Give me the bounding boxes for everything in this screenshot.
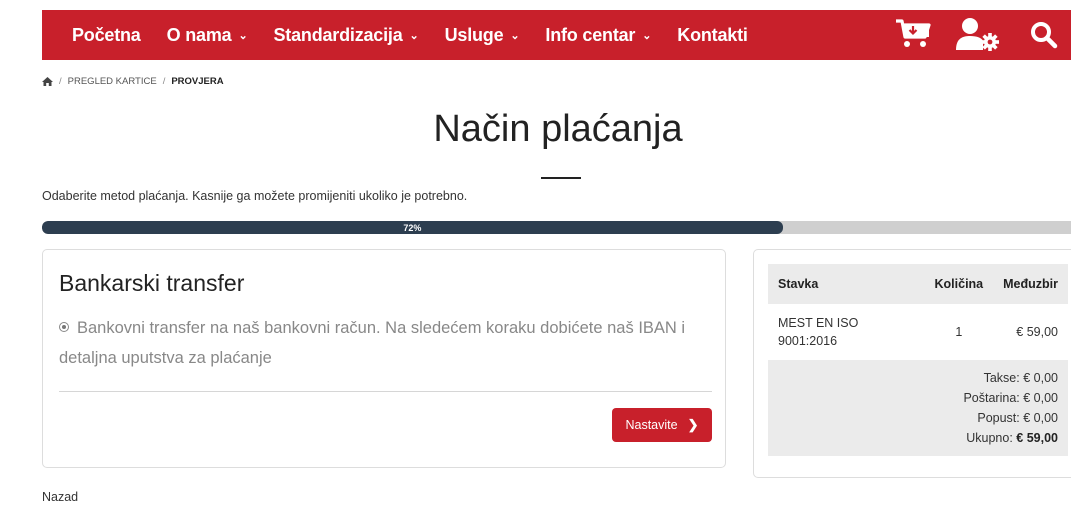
progress-label: 72% (403, 222, 422, 233)
order-summary-table: Stavka Količina Međuzbir MEST EN ISO 900… (768, 264, 1068, 456)
checkout-progress-bar: 72% (42, 221, 1071, 234)
discount-line: Popust: € 0,00 (778, 408, 1058, 428)
back-link[interactable]: Nazad (42, 490, 78, 504)
breadcrumb-separator: / (162, 76, 166, 87)
chevron-right-icon: ❯ (687, 417, 699, 432)
taxes-label: Takse: (983, 371, 1020, 385)
home-icon[interactable] (42, 77, 53, 86)
nav-item-info-centar[interactable]: Info centar ⌄ (545, 25, 651, 46)
continue-button[interactable]: Nastavite ❯ (612, 408, 712, 442)
total-line: Ukupno: € 59,00 (778, 428, 1058, 448)
total-label: Ukupno: (966, 431, 1013, 445)
table-header-row: Stavka Količina Međuzbir (768, 264, 1068, 304)
nav-item-label: Početna (72, 24, 141, 45)
totals-cell: Takse: € 0,00 Poštarina: € 0,00 Popust: … (768, 360, 1068, 456)
shipping-label: Poštarina: (963, 391, 1020, 405)
breadcrumb-separator: / (59, 76, 62, 87)
breadcrumb-item-cart[interactable]: PREGLED KARTICE (68, 76, 157, 87)
taxes-line: Takse: € 0,00 (778, 368, 1058, 388)
column-header-item: Stavka (768, 264, 925, 304)
progress-fill: 72% (42, 221, 783, 234)
nav-item-pocetna[interactable]: Početna (72, 25, 141, 46)
chevron-down-icon: ⌄ (642, 29, 652, 42)
chevron-down-icon: ⌄ (409, 29, 419, 42)
order-summary-card: Stavka Količina Međuzbir MEST EN ISO 900… (753, 249, 1071, 478)
discount-value: € 0,00 (1023, 411, 1058, 425)
user-settings-icon[interactable] (955, 17, 1001, 51)
nav-item-label: Standardizacija (273, 24, 403, 45)
cell-subtotal: € 59,00 (1016, 325, 1058, 339)
totals-row: Takse: € 0,00 Poštarina: € 0,00 Popust: … (768, 360, 1068, 456)
breadcrumb-item-current: PROVJERA (171, 76, 224, 87)
taxes-value: € 0,00 (1023, 371, 1058, 385)
page-subtitle: Odaberite metod plaćanja. Kasnije ga mož… (42, 189, 468, 203)
breadcrumb: / PREGLED KARTICE / PROVJERA (42, 76, 224, 87)
payment-method-title: Bankarski transfer (59, 270, 245, 296)
discount-label: Popust: (977, 411, 1020, 425)
payment-method-card: Bankarski transfer Bankovni transfer na … (42, 249, 726, 468)
cell-qty: 1 (955, 325, 963, 339)
page-title: Način plaćanja (433, 108, 683, 150)
search-icon[interactable] (1030, 21, 1058, 49)
nav-item-usluge[interactable]: Usluge ⌄ (445, 25, 520, 46)
nav-item-kontakti[interactable]: Kontakti (677, 24, 748, 46)
payment-option-text: Bankovni transfer na naš bankovni račun.… (59, 319, 686, 367)
column-header-qty: Količina (924, 264, 994, 304)
cell-item-name: MEST EN ISO 9001:2016 (778, 316, 859, 348)
continue-button-label: Nastavite (625, 418, 678, 432)
divider (59, 391, 712, 392)
cart-icon[interactable] (895, 19, 931, 49)
nav-item-label: O nama (166, 24, 232, 45)
nav-item-label: Kontakti (677, 24, 748, 45)
nav-item-label: Info centar (545, 24, 636, 45)
nav-item-o-nama[interactable]: O nama ⌄ (167, 25, 248, 46)
chevron-down-icon: ⌄ (238, 29, 248, 42)
column-header-subtotal: Međuzbir (993, 264, 1068, 304)
nav-item-label: Usluge (444, 24, 504, 45)
total-value: € 59,00 (1016, 431, 1058, 445)
title-divider (541, 177, 581, 179)
shipping-line: Poštarina: € 0,00 (778, 388, 1058, 408)
chevron-down-icon: ⌄ (510, 29, 520, 42)
shipping-value: € 0,00 (1023, 391, 1058, 405)
table-row: MEST EN ISO 9001:2016 1 € 59,00 (768, 304, 1068, 360)
radio-selected-icon[interactable] (59, 322, 69, 332)
nav-item-standardizacija[interactable]: Standardizacija ⌄ (273, 25, 418, 46)
payment-option-bank-transfer[interactable]: Bankovni transfer na naš bankovni račun.… (59, 313, 719, 373)
